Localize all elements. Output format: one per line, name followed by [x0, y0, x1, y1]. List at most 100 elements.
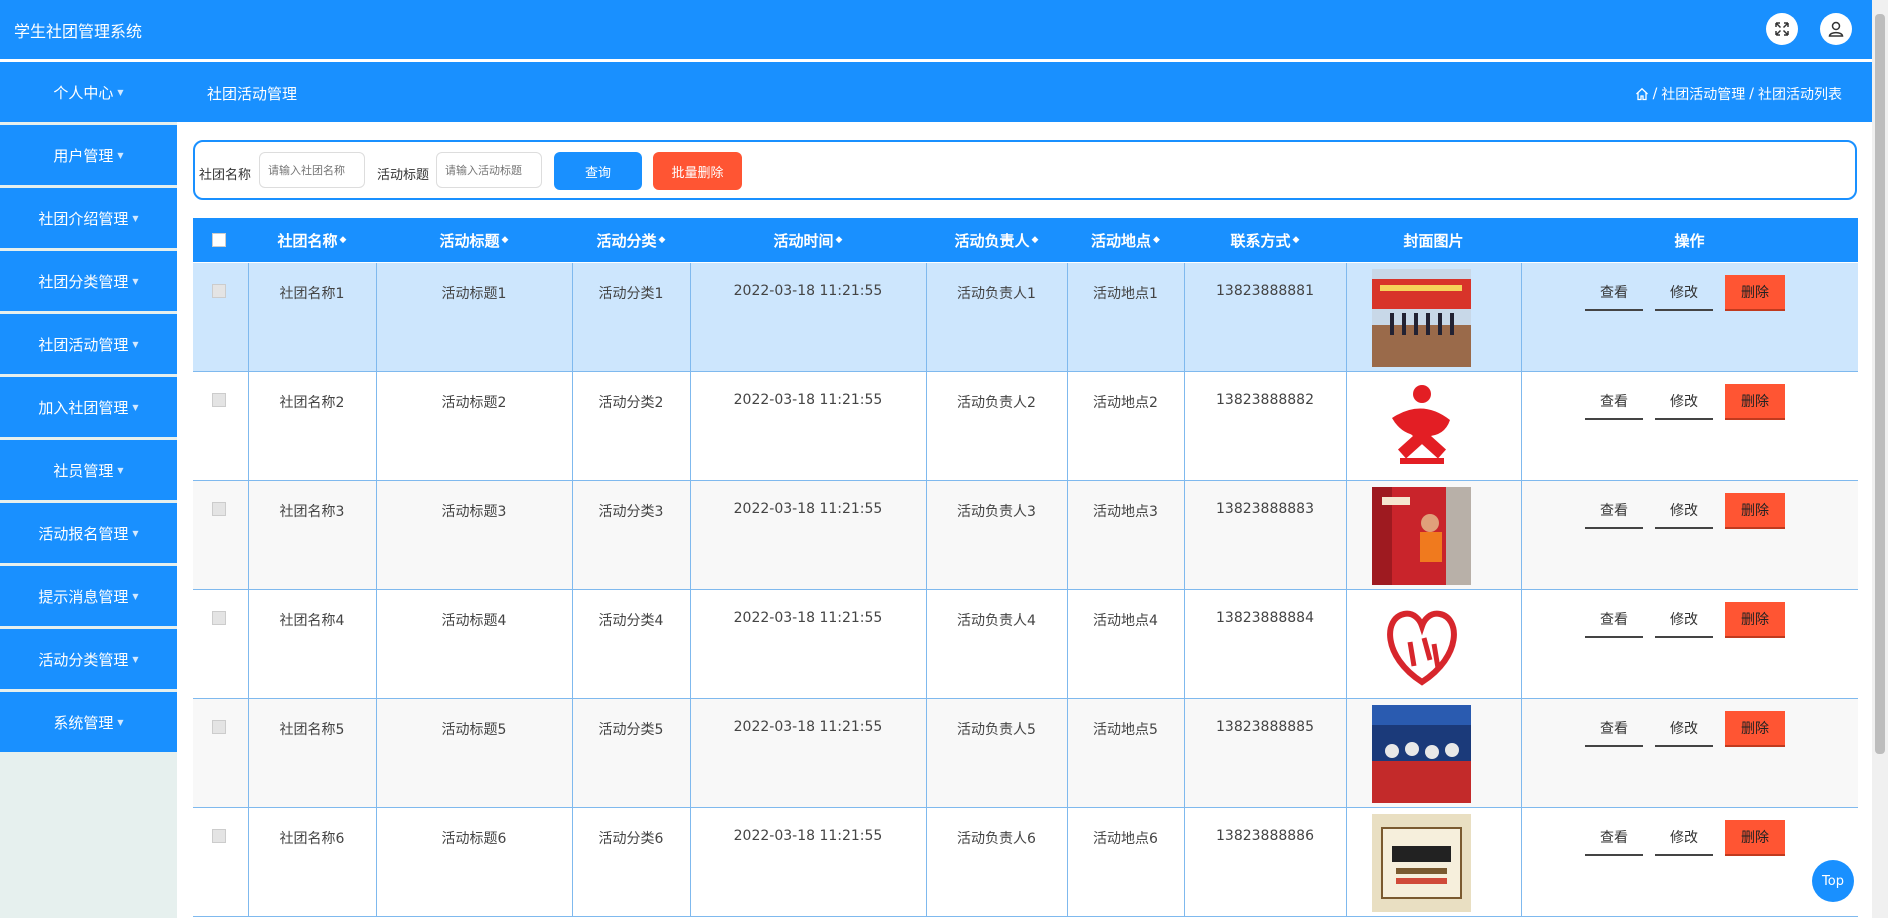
- sort-icon: ◆: [1292, 235, 1300, 245]
- club-name-input[interactable]: [259, 152, 365, 188]
- activity-title-input[interactable]: [436, 152, 542, 188]
- scrollbar-thumb[interactable]: [1875, 14, 1885, 754]
- column-divider: [1346, 808, 1347, 916]
- row-checkbox[interactable]: [212, 284, 226, 298]
- sidebar-item-system[interactable]: 系统管理 ▼: [0, 692, 177, 752]
- column-header-place[interactable]: 活动地点 ◆: [1067, 218, 1184, 262]
- view-button[interactable]: 查看: [1585, 602, 1643, 638]
- edit-button[interactable]: 修改: [1655, 384, 1713, 420]
- column-divider: [926, 263, 927, 371]
- view-button[interactable]: 查看: [1585, 820, 1643, 856]
- row-checkbox[interactable]: [212, 829, 226, 843]
- table-row[interactable]: 社团名称3 活动标题3 活动分类3 2022-03-18 11:21:55 活动负责人3…: [193, 481, 1858, 590]
- view-button[interactable]: 查看: [1585, 384, 1643, 420]
- user-button[interactable]: [1820, 13, 1852, 45]
- column-divider: [572, 372, 573, 480]
- column-header-leader[interactable]: 活动负责人 ◆: [926, 218, 1067, 262]
- sidebar-item-join-club[interactable]: 加入社团管理 ▼: [0, 377, 177, 437]
- sort-icon: ◆: [658, 235, 666, 245]
- column-divider: [926, 372, 927, 480]
- sidebar-item-members[interactable]: 社员管理 ▼: [0, 440, 177, 500]
- row-checkbox[interactable]: [212, 502, 226, 516]
- app-title: 学生社团管理系统: [14, 22, 143, 41]
- sidebar-item-club-category[interactable]: 社团分类管理 ▼: [0, 251, 177, 311]
- table-row[interactable]: 社团名称1 活动标题1 活动分类1 2022-03-18 11:21:55 活动负责人1…: [193, 263, 1858, 372]
- table-row[interactable]: 社团名称2 活动标题2 活动分类2 2022-03-18 11:21:55 活动负责人2…: [193, 372, 1858, 481]
- delete-button[interactable]: 删除: [1725, 384, 1785, 420]
- cover-image: [1372, 596, 1471, 694]
- column-divider: [926, 699, 927, 807]
- delete-button[interactable]: 删除: [1725, 602, 1785, 638]
- table-row[interactable]: 社团名称6 活动标题6 活动分类6 2022-03-18 11:21:55 活动负责人6…: [193, 808, 1858, 917]
- select-all-checkbox[interactable]: [212, 233, 226, 247]
- breadcrumb-item: 社团活动列表: [1758, 87, 1842, 103]
- view-button[interactable]: 查看: [1585, 711, 1643, 747]
- edit-button[interactable]: 修改: [1655, 602, 1713, 638]
- caret-down-icon: ▼: [132, 213, 139, 223]
- edit-button[interactable]: 修改: [1655, 711, 1713, 747]
- column-divider: [1521, 481, 1522, 589]
- delete-button[interactable]: 删除: [1725, 493, 1785, 529]
- column-divider: [1067, 372, 1068, 480]
- column-header-cover: 封面图片: [1346, 218, 1521, 262]
- column-divider: [248, 699, 249, 807]
- row-checkbox[interactable]: [212, 611, 226, 625]
- column-header-phone[interactable]: 联系方式 ◆: [1184, 218, 1346, 262]
- cover-image: [1372, 814, 1471, 912]
- batch-delete-button[interactable]: 批量删除: [653, 152, 742, 190]
- edit-button[interactable]: 修改: [1655, 275, 1713, 311]
- cell-leader: 活动负责人5: [957, 722, 1036, 738]
- column-header-club[interactable]: 社团名称 ◆: [248, 218, 376, 262]
- sidebar-item-label: 系统管理: [53, 713, 114, 732]
- cell-leader: 活动负责人2: [957, 395, 1036, 411]
- sidebar-item-activity-signup[interactable]: 活动报名管理 ▼: [0, 503, 177, 563]
- column-divider: [1184, 808, 1185, 916]
- cell-category: 活动分类1: [598, 286, 664, 302]
- back-to-top-button[interactable]: Top: [1812, 860, 1854, 902]
- cell-phone: 13823888885: [1216, 719, 1314, 735]
- sidebar-item-activity-category[interactable]: 活动分类管理 ▼: [0, 629, 177, 689]
- view-button[interactable]: 查看: [1585, 493, 1643, 529]
- sidebar-item-messages[interactable]: 提示消息管理 ▼: [0, 566, 177, 626]
- sidebar-item-label: 活动分类管理: [38, 650, 129, 669]
- cell-club: 社团名称2: [279, 395, 345, 411]
- column-divider: [376, 481, 377, 589]
- sidebar-item-personal-center[interactable]: 个人中心 ▼: [0, 62, 177, 122]
- view-button[interactable]: 查看: [1585, 275, 1643, 311]
- cell-category: 活动分类6: [598, 831, 664, 847]
- column-divider: [1521, 372, 1522, 480]
- cell-phone: 13823888881: [1216, 283, 1314, 299]
- scrollbar[interactable]: [1872, 0, 1888, 918]
- sidebar-item-club-intro[interactable]: 社团介绍管理 ▼: [0, 188, 177, 248]
- row-checkbox[interactable]: [212, 393, 226, 407]
- sidebar-item-club-activity[interactable]: 社团活动管理 ▼: [0, 314, 177, 374]
- cell-category: 活动分类5: [598, 722, 664, 738]
- table-header: 社团名称 ◆ 活动标题 ◆ 活动分类 ◆ 活动时间 ◆ 活动负责人 ◆ 活动地点 ◆ 联系方…: [193, 218, 1858, 262]
- delete-button[interactable]: 删除: [1725, 820, 1785, 856]
- cell-leader: 活动负责人6: [957, 831, 1036, 847]
- column-divider: [690, 263, 691, 371]
- table-row[interactable]: 社团名称4 活动标题4 活动分类4 2022-03-18 11:21:55 活动负责人4…: [193, 590, 1858, 699]
- delete-button[interactable]: 删除: [1725, 711, 1785, 747]
- home-icon[interactable]: [1635, 87, 1649, 101]
- cell-club: 社团名称1: [279, 286, 345, 302]
- cell-time: 2022-03-18 11:21:55: [733, 828, 883, 844]
- sidebar-item-users[interactable]: 用户管理 ▼: [0, 125, 177, 185]
- cell-place: 活动地点6: [1093, 831, 1158, 847]
- table-row[interactable]: 社团名称5 活动标题5 活动分类5 2022-03-18 11:21:55 活动负责人5…: [193, 699, 1858, 808]
- column-divider: [1521, 263, 1522, 371]
- breadcrumb-item[interactable]: 社团活动管理: [1661, 84, 1745, 104]
- delete-button[interactable]: 删除: [1725, 275, 1785, 311]
- row-checkbox[interactable]: [212, 720, 226, 734]
- column-header-title[interactable]: 活动标题 ◆: [376, 218, 572, 262]
- cell-leader: 活动负责人4: [957, 613, 1036, 629]
- query-button[interactable]: 查询: [554, 152, 642, 190]
- fullscreen-button[interactable]: [1766, 13, 1798, 45]
- column-header-label: 操作: [1674, 231, 1705, 250]
- sidebar-item-label: 社团分类管理: [38, 272, 129, 291]
- page-title: 社团活动管理: [207, 85, 298, 103]
- column-header-time[interactable]: 活动时间 ◆: [690, 218, 926, 262]
- column-header-category[interactable]: 活动分类 ◆: [572, 218, 690, 262]
- edit-button[interactable]: 修改: [1655, 493, 1713, 529]
- edit-button[interactable]: 修改: [1655, 820, 1713, 856]
